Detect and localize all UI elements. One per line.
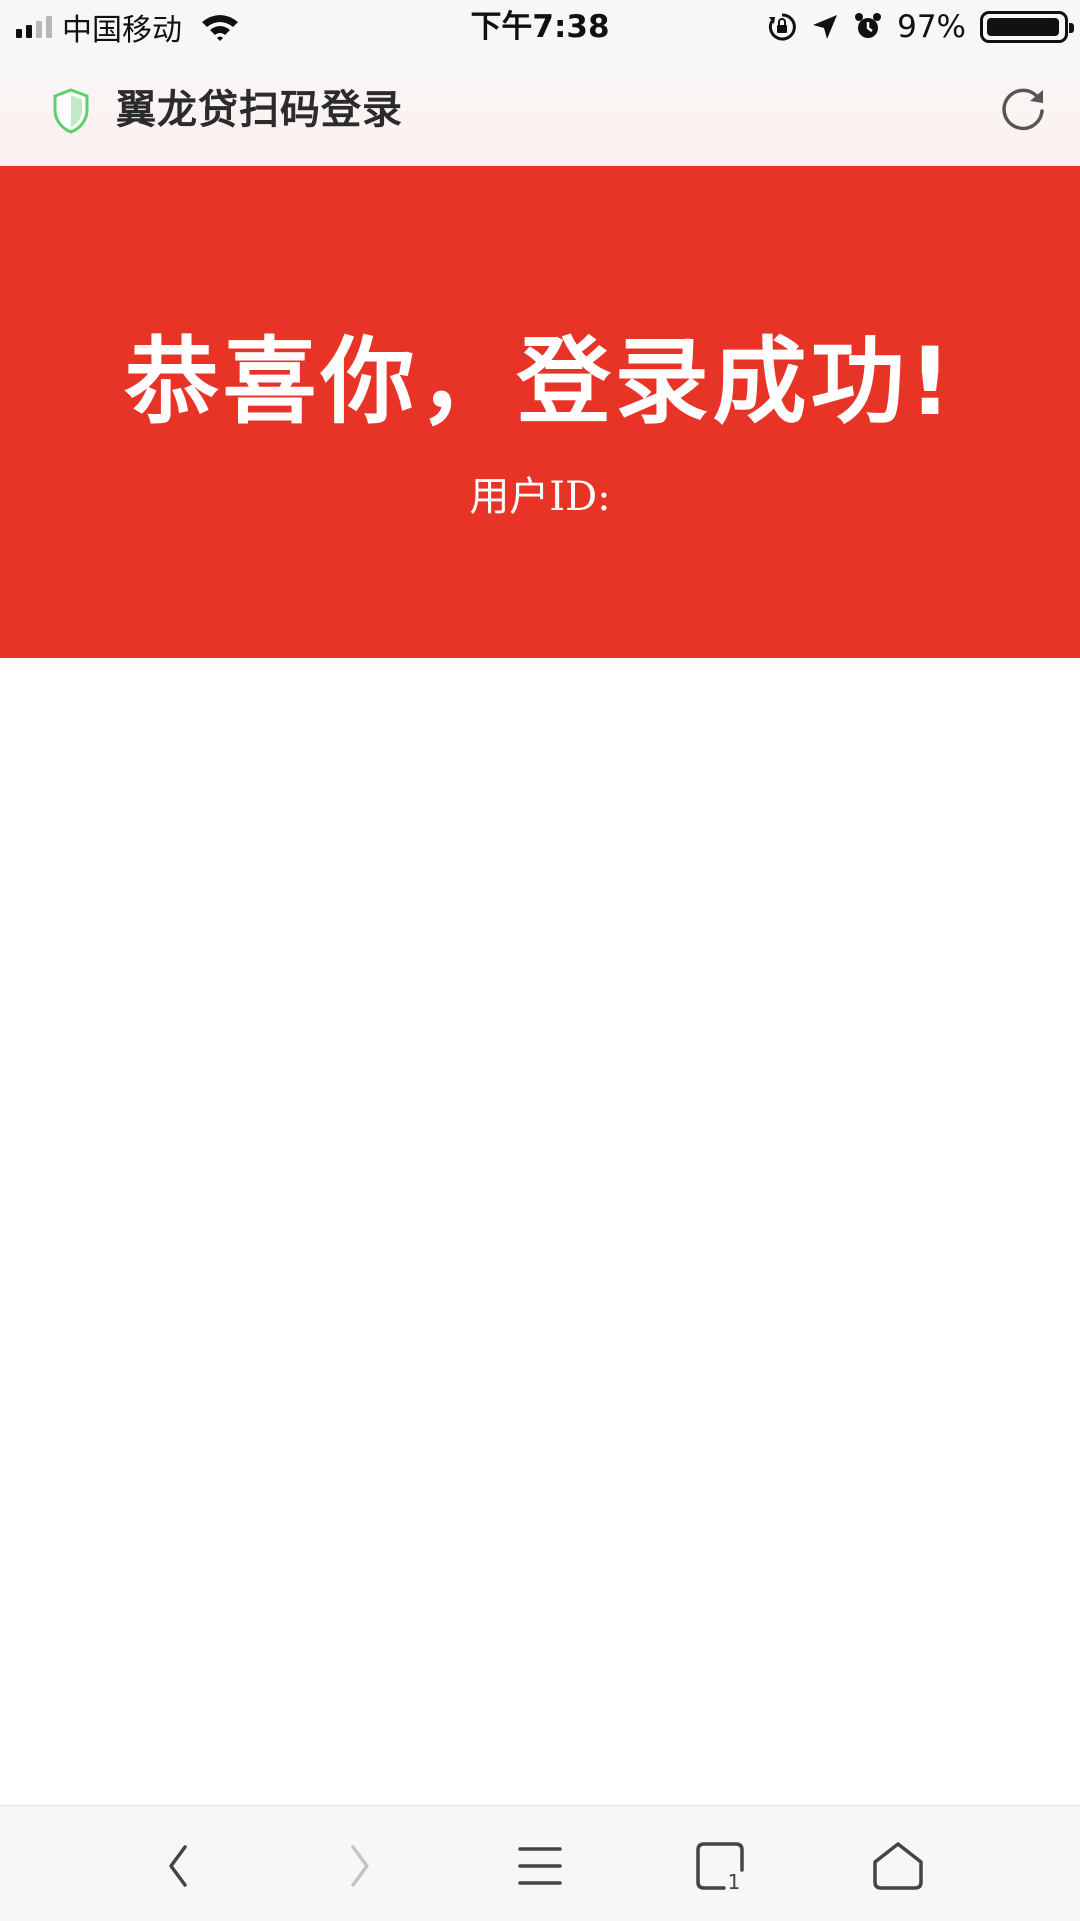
- back-icon: [169, 1845, 187, 1887]
- refresh-icon[interactable]: [998, 84, 1048, 134]
- menu-icon: [518, 1847, 562, 1885]
- browser-header: 翼龙贷扫码登录: [0, 54, 1080, 166]
- tabs-button[interactable]: 1: [690, 1836, 750, 1896]
- browser-toolbar: 1: [0, 1805, 1080, 1921]
- battery-percent: 97%: [897, 9, 966, 45]
- status-bar-right: 97%: [767, 6, 1074, 48]
- shield-icon: [53, 88, 89, 134]
- battery-icon: [980, 11, 1074, 43]
- home-icon: [873, 1842, 923, 1890]
- success-banner: 恭喜你，登录成功! 用户ID:: [0, 166, 1080, 658]
- status-bar: 中国移动 下午7:38 97%: [0, 0, 1080, 54]
- user-id-label: 用户ID:: [469, 474, 611, 520]
- battery-cap: [1069, 23, 1074, 33]
- location-arrow-icon: [813, 15, 838, 39]
- tabs-icon: 1: [696, 1842, 744, 1892]
- page-title: 翼龙贷扫码登录: [116, 87, 403, 133]
- tabs-count: 1: [728, 1870, 741, 1892]
- menu-button[interactable]: [510, 1836, 570, 1896]
- home-button[interactable]: [868, 1836, 928, 1896]
- orientation-lock-icon: [769, 13, 796, 41]
- success-headline: 恭喜你，登录成功!: [124, 328, 956, 437]
- back-button[interactable]: [148, 1836, 208, 1896]
- alarm-icon: [855, 13, 882, 38]
- forward-button[interactable]: [330, 1836, 390, 1896]
- battery-fill: [987, 18, 1059, 36]
- forward-icon: [351, 1845, 369, 1887]
